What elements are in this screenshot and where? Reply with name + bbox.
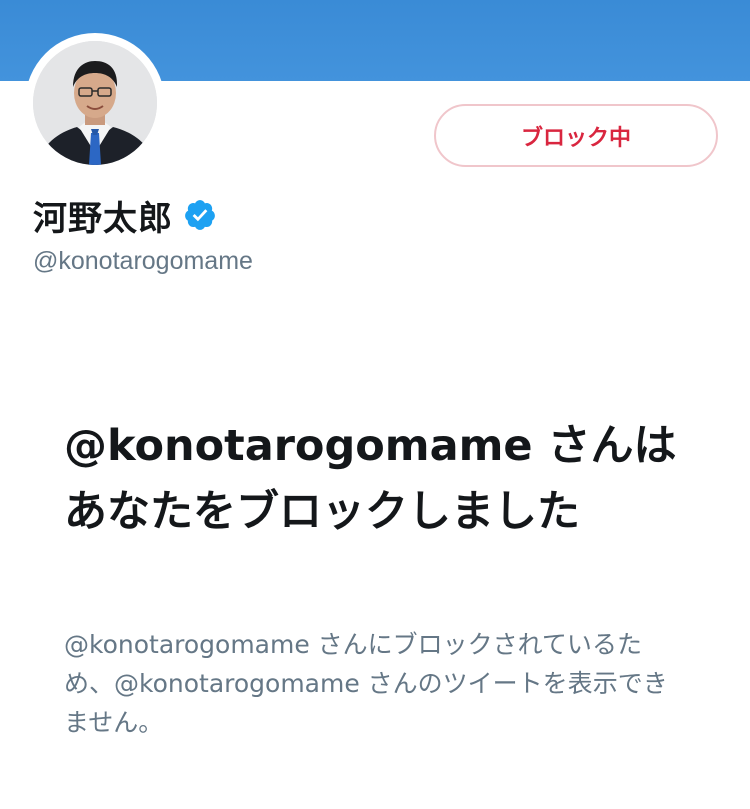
block-notice-description: @konotarogomame さんにブロックされているため、@konotaro… xyxy=(64,630,668,737)
blocked-button-label: ブロック中 xyxy=(520,125,631,151)
block-notice-title: @konotarogomame さんはあなたをブロックしました xyxy=(64,421,677,537)
avatar-frame xyxy=(25,33,165,173)
profile-name-row: 河野太郎 xyxy=(33,190,217,240)
profile-page: ブロック中 河野太郎 @konotarogomame @konotarogoma… xyxy=(0,0,750,809)
profile-handle: @konotarogomame xyxy=(33,247,253,275)
avatar-image xyxy=(33,41,157,165)
avatar[interactable] xyxy=(33,41,157,165)
display-name: 河野太郎 xyxy=(33,198,173,239)
verified-badge-icon xyxy=(183,198,217,232)
blocked-button[interactable]: ブロック中 xyxy=(434,104,718,167)
